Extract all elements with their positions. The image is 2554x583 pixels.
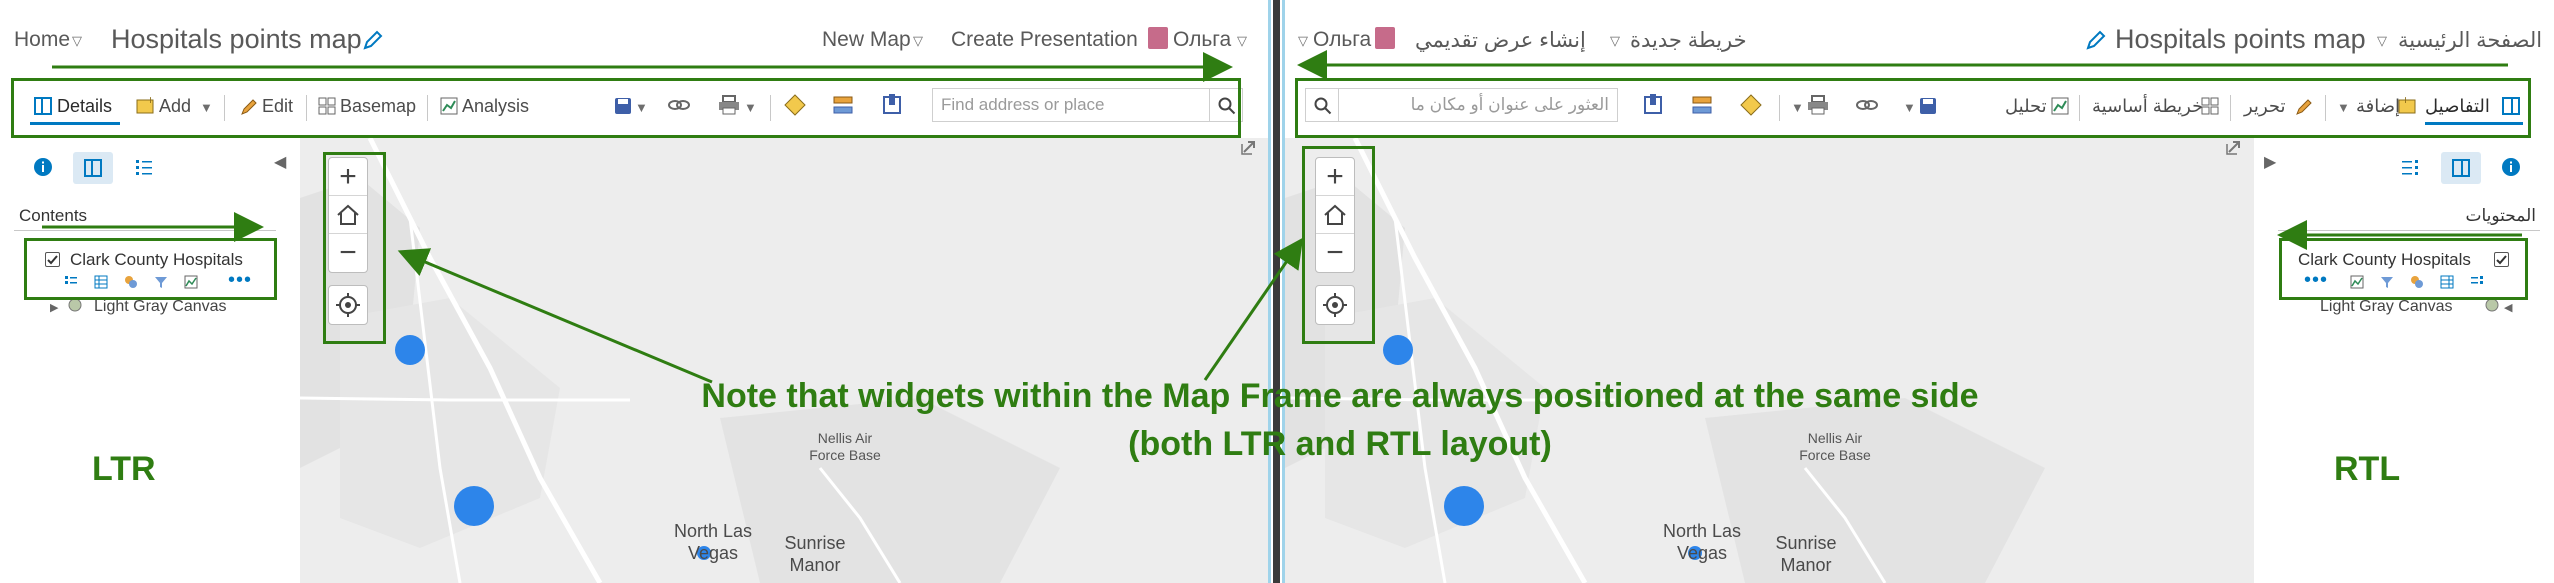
annotation-note-line2: (both LTR and RTL layout): [1128, 425, 1552, 463]
annotation-note: Note that widgets within the Map Frame a…: [640, 372, 2040, 468]
annotation-arrows: [42, 50, 2522, 384]
ltr-widgets-arrow: [397, 248, 713, 384]
annotation-note-line1: Note that widgets within the Map Frame a…: [701, 377, 1979, 415]
rtl-widgets-arrow: [1203, 237, 1304, 381]
